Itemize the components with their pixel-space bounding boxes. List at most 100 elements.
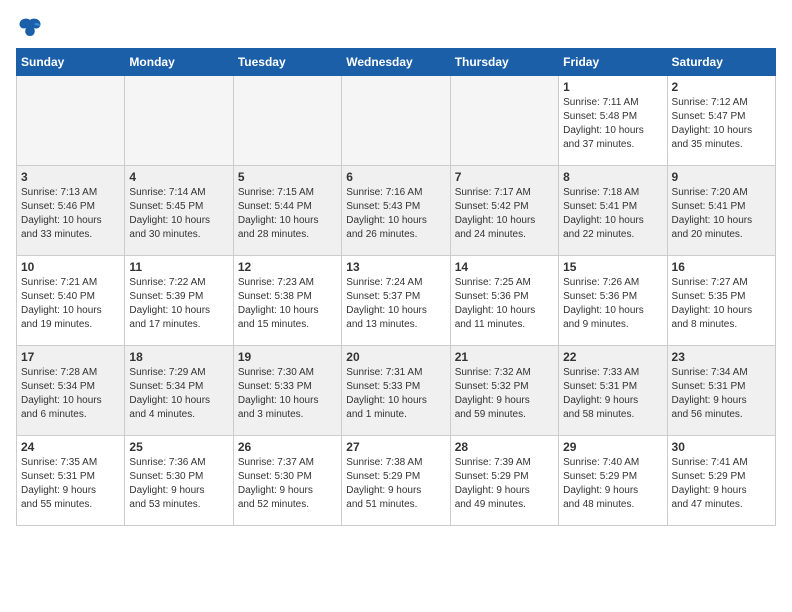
calendar-day-6: 6 Sunrise: 7:16 AM Sunset: 5:43 PM Daylig… — [342, 166, 450, 256]
weekday-header-row: SundayMondayTuesdayWednesdayThursdayFrid… — [17, 49, 776, 76]
day-number: 1 — [563, 80, 662, 94]
day-number: 12 — [238, 260, 337, 274]
logo — [16, 16, 48, 40]
day-number: 9 — [672, 170, 771, 184]
day-info: Sunrise: 7:34 AM Sunset: 5:31 PM Dayligh… — [672, 366, 771, 422]
day-info: Sunrise: 7:38 AM Sunset: 5:29 PM Dayligh… — [346, 456, 445, 512]
calendar-day-7: 7Sunrise: 7:17 AM Sunset: 5:42 PM Daylig… — [450, 166, 558, 256]
calendar-day-5: 5 Sunrise: 7:15 AM Sunset: 5:44 PM Daylig… — [233, 166, 341, 256]
day-info: Sunrise: 7:27 AM Sunset: 5:35 PM Dayligh… — [672, 276, 771, 332]
day-number: 25 — [129, 440, 228, 454]
day-info: Sunrise: 7:28 AM Sunset: 5:34 PM Dayligh… — [21, 366, 120, 422]
calendar-day-19: 19 Sunrise: 7:30 AM Sunset: 5:33 PM Dayli… — [233, 346, 341, 436]
calendar-body: 1 Sunrise: 7:11 AM Sunset: 5:48 PM Daylig… — [17, 76, 776, 526]
day-number: 28 — [455, 440, 554, 454]
day-number: 19 — [238, 350, 337, 364]
calendar-day-29: 29 Sunrise: 7:40 AM Sunset: 5:29 PM Dayli… — [559, 436, 667, 526]
calendar-day-3: 3 Sunrise: 7:13 AM Sunset: 5:46 PM Daylig… — [17, 166, 125, 256]
calendar-day-empty — [342, 76, 450, 166]
day-info: Sunrise: 7:40 AM Sunset: 5:29 PM Dayligh… — [563, 456, 662, 512]
day-info: Sunrise: 7:35 AM Sunset: 5:31 PM Dayligh… — [21, 456, 120, 512]
day-info: Sunrise: 7:11 AM Sunset: 5:48 PM Dayligh… — [563, 96, 662, 152]
calendar-table: SundayMondayTuesdayWednesdayThursdayFrid… — [16, 48, 776, 526]
day-number: 22 — [563, 350, 662, 364]
calendar-day-26: 26 Sunrise: 7:37 AM Sunset: 5:30 PM Dayli… — [233, 436, 341, 526]
day-info: Sunrise: 7:16 AM Sunset: 5:43 PM Dayligh… — [346, 186, 445, 242]
calendar-day-4: 4Sunrise: 7:14 AM Sunset: 5:45 PM Daylig… — [125, 166, 233, 256]
day-info: Sunrise: 7:36 AM Sunset: 5:30 PM Dayligh… — [129, 456, 228, 512]
calendar-day-16: 16 Sunrise: 7:27 AM Sunset: 5:35 PM Dayli… — [667, 256, 775, 346]
day-number: 5 — [238, 170, 337, 184]
weekday-header-thursday: Thursday — [450, 49, 558, 76]
day-number: 14 — [455, 260, 554, 274]
calendar-day-1: 1 Sunrise: 7:11 AM Sunset: 5:48 PM Daylig… — [559, 76, 667, 166]
calendar-day-10: 10Sunrise: 7:21 AM Sunset: 5:40 PM Dayli… — [17, 256, 125, 346]
day-number: 24 — [21, 440, 120, 454]
calendar-day-23: 23 Sunrise: 7:34 AM Sunset: 5:31 PM Dayli… — [667, 346, 775, 436]
calendar-day-18: 18 Sunrise: 7:29 AM Sunset: 5:34 PM Dayli… — [125, 346, 233, 436]
calendar-day-2: 2 Sunrise: 7:12 AM Sunset: 5:47 PM Daylig… — [667, 76, 775, 166]
day-info: Sunrise: 7:25 AM Sunset: 5:36 PM Dayligh… — [455, 276, 554, 332]
day-number: 27 — [346, 440, 445, 454]
day-info: Sunrise: 7:13 AM Sunset: 5:46 PM Dayligh… — [21, 186, 120, 242]
day-info: Sunrise: 7:20 AM Sunset: 5:41 PM Dayligh… — [672, 186, 771, 242]
calendar-week-5: 24 Sunrise: 7:35 AM Sunset: 5:31 PM Dayli… — [17, 436, 776, 526]
day-number: 23 — [672, 350, 771, 364]
calendar-day-empty — [125, 76, 233, 166]
day-info: Sunrise: 7:41 AM Sunset: 5:29 PM Dayligh… — [672, 456, 771, 512]
day-info: Sunrise: 7:15 AM Sunset: 5:44 PM Dayligh… — [238, 186, 337, 242]
day-number: 29 — [563, 440, 662, 454]
weekday-header-wednesday: Wednesday — [342, 49, 450, 76]
day-info: Sunrise: 7:30 AM Sunset: 5:33 PM Dayligh… — [238, 366, 337, 422]
calendar-day-empty — [17, 76, 125, 166]
day-number: 11 — [129, 260, 228, 274]
day-number: 16 — [672, 260, 771, 274]
day-number: 3 — [21, 170, 120, 184]
day-number: 2 — [672, 80, 771, 94]
day-number: 10 — [21, 260, 120, 274]
calendar-day-12: 12 Sunrise: 7:23 AM Sunset: 5:38 PM Dayli… — [233, 256, 341, 346]
day-info: Sunrise: 7:37 AM Sunset: 5:30 PM Dayligh… — [238, 456, 337, 512]
day-info: Sunrise: 7:14 AM Sunset: 5:45 PM Dayligh… — [129, 186, 228, 242]
day-info: Sunrise: 7:12 AM Sunset: 5:47 PM Dayligh… — [672, 96, 771, 152]
calendar-day-24: 24 Sunrise: 7:35 AM Sunset: 5:31 PM Dayli… — [17, 436, 125, 526]
calendar-day-14: 14 Sunrise: 7:25 AM Sunset: 5:36 PM Dayli… — [450, 256, 558, 346]
day-info: Sunrise: 7:22 AM Sunset: 5:39 PM Dayligh… — [129, 276, 228, 332]
day-number: 17 — [21, 350, 120, 364]
calendar-day-25: 25 Sunrise: 7:36 AM Sunset: 5:30 PM Dayli… — [125, 436, 233, 526]
day-number: 18 — [129, 350, 228, 364]
day-info: Sunrise: 7:33 AM Sunset: 5:31 PM Dayligh… — [563, 366, 662, 422]
calendar-day-22: 22 Sunrise: 7:33 AM Sunset: 5:31 PM Dayli… — [559, 346, 667, 436]
day-number: 15 — [563, 260, 662, 274]
calendar-week-2: 3 Sunrise: 7:13 AM Sunset: 5:46 PM Daylig… — [17, 166, 776, 256]
calendar-week-4: 17 Sunrise: 7:28 AM Sunset: 5:34 PM Dayli… — [17, 346, 776, 436]
day-number: 20 — [346, 350, 445, 364]
logo-bird-icon — [16, 16, 44, 40]
weekday-header-tuesday: Tuesday — [233, 49, 341, 76]
weekday-header-friday: Friday — [559, 49, 667, 76]
calendar-day-21: 21Sunrise: 7:32 AM Sunset: 5:32 PM Dayli… — [450, 346, 558, 436]
calendar-week-3: 10Sunrise: 7:21 AM Sunset: 5:40 PM Dayli… — [17, 256, 776, 346]
calendar-day-empty — [450, 76, 558, 166]
day-info: Sunrise: 7:23 AM Sunset: 5:38 PM Dayligh… — [238, 276, 337, 332]
calendar-day-13: 13Sunrise: 7:24 AM Sunset: 5:37 PM Dayli… — [342, 256, 450, 346]
calendar-day-28: 28 Sunrise: 7:39 AM Sunset: 5:29 PM Dayli… — [450, 436, 558, 526]
day-info: Sunrise: 7:39 AM Sunset: 5:29 PM Dayligh… — [455, 456, 554, 512]
day-info: Sunrise: 7:32 AM Sunset: 5:32 PM Dayligh… — [455, 366, 554, 422]
day-info: Sunrise: 7:24 AM Sunset: 5:37 PM Dayligh… — [346, 276, 445, 332]
weekday-header-sunday: Sunday — [17, 49, 125, 76]
weekday-header-monday: Monday — [125, 49, 233, 76]
day-number: 30 — [672, 440, 771, 454]
day-number: 26 — [238, 440, 337, 454]
day-info: Sunrise: 7:29 AM Sunset: 5:34 PM Dayligh… — [129, 366, 228, 422]
day-number: 6 — [346, 170, 445, 184]
calendar-header: SundayMondayTuesdayWednesdayThursdayFrid… — [17, 49, 776, 76]
calendar-day-27: 27 Sunrise: 7:38 AM Sunset: 5:29 PM Dayli… — [342, 436, 450, 526]
calendar-day-9: 9 Sunrise: 7:20 AM Sunset: 5:41 PM Daylig… — [667, 166, 775, 256]
page-header — [16, 16, 776, 40]
day-info: Sunrise: 7:18 AM Sunset: 5:41 PM Dayligh… — [563, 186, 662, 242]
day-info: Sunrise: 7:31 AM Sunset: 5:33 PM Dayligh… — [346, 366, 445, 422]
calendar-day-11: 11 Sunrise: 7:22 AM Sunset: 5:39 PM Dayli… — [125, 256, 233, 346]
calendar-day-30: 30 Sunrise: 7:41 AM Sunset: 5:29 PM Dayli… — [667, 436, 775, 526]
day-number: 7 — [455, 170, 554, 184]
